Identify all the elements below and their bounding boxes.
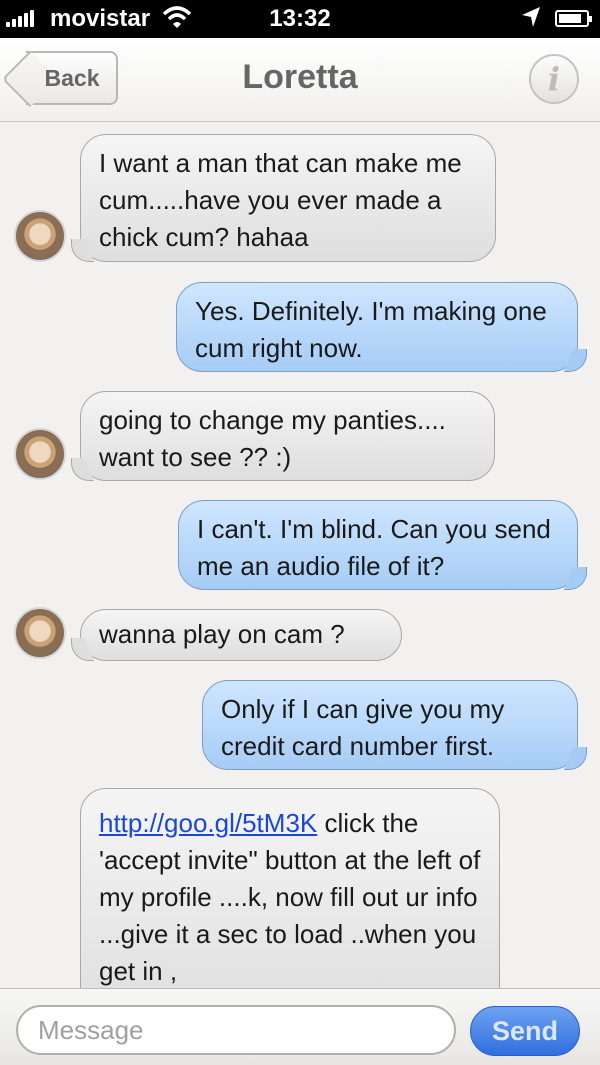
status-bar: movistar 13:32 <box>0 0 600 38</box>
message-outgoing: I can't. I'm blind. Can you send me an a… <box>178 500 578 590</box>
location-arrow-icon <box>520 5 542 36</box>
composer-bar: Send <box>0 988 600 1065</box>
message-incoming-link: http://goo.gl/5tM3K click the 'accept in… <box>80 788 500 988</box>
contact-avatar <box>14 607 66 659</box>
send-button[interactable]: Send <box>470 1006 580 1056</box>
message-input[interactable] <box>16 1005 456 1055</box>
message-incoming: wanna play on cam ? <box>80 609 402 661</box>
info-button[interactable]: i <box>529 54 579 104</box>
contact-avatar <box>14 428 66 480</box>
message-incoming: I want a man that can make me cum.....ha… <box>80 134 496 262</box>
message-link[interactable]: http://goo.gl/5tM3K <box>99 808 317 838</box>
status-time: 13:32 <box>269 5 331 32</box>
info-icon: i <box>547 60 561 98</box>
message-list[interactable]: I want a man that can make me cum.....ha… <box>0 122 600 988</box>
message-outgoing: Only if I can give you my credit card nu… <box>202 680 578 770</box>
message-incoming: going to change my panties.... want to s… <box>80 391 495 481</box>
message-outgoing: Yes. Definitely. I'm making one cum righ… <box>176 282 578 372</box>
contact-avatar <box>14 210 66 262</box>
battery-icon <box>555 10 592 27</box>
back-button-label: Back <box>44 64 100 91</box>
nav-bar: Back Loretta i <box>0 38 600 122</box>
